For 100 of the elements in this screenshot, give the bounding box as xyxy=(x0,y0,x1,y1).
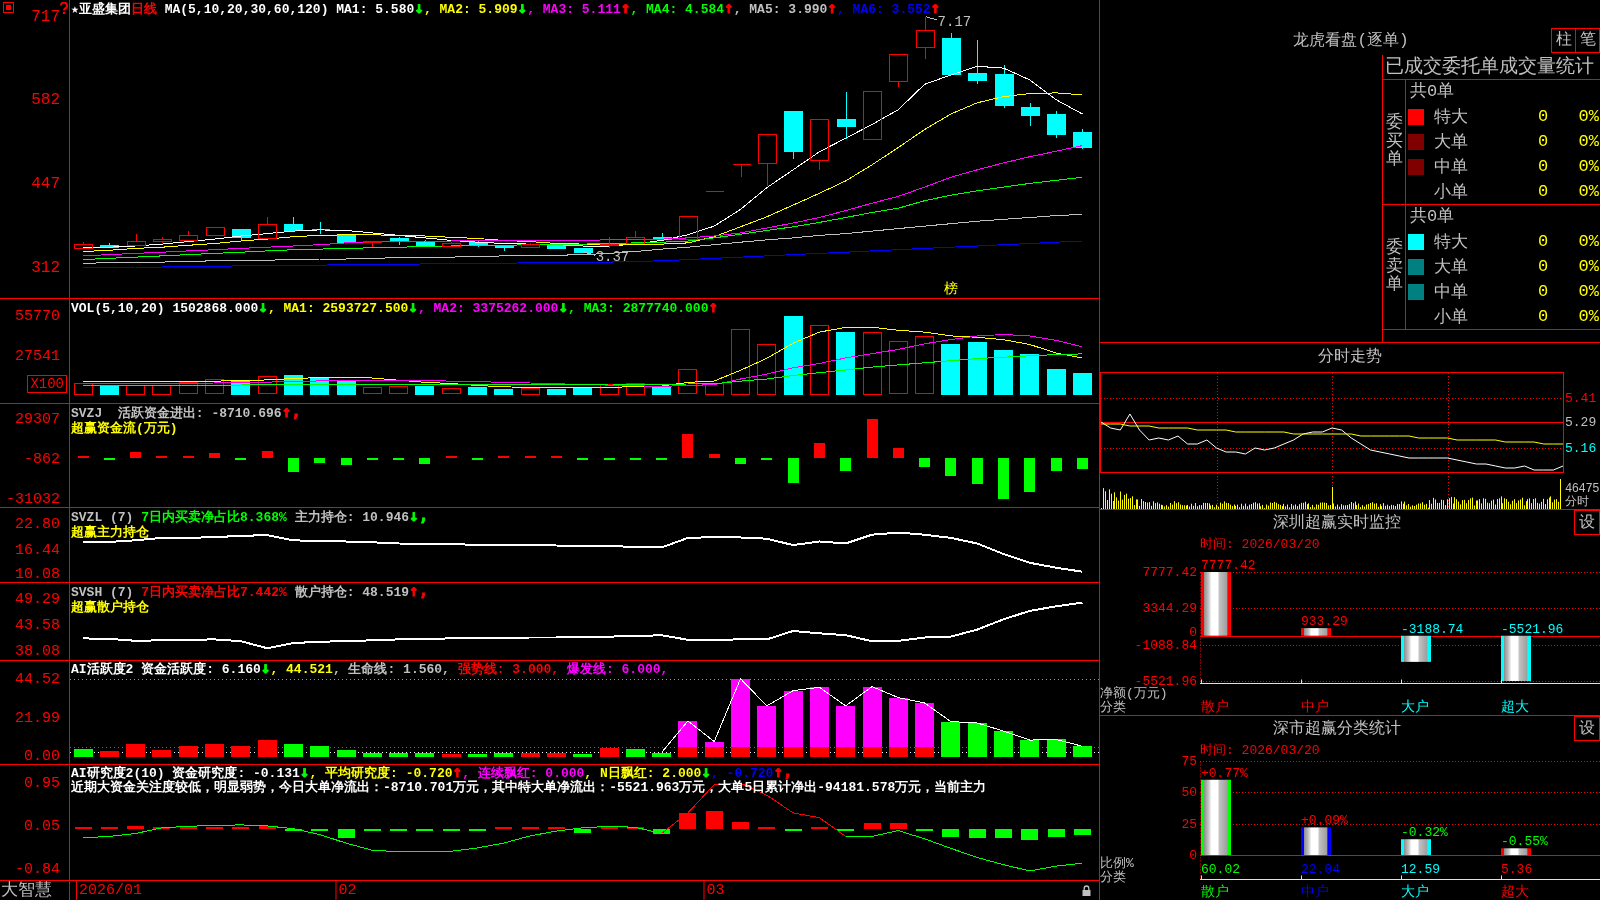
net-amount-bar xyxy=(1201,572,1231,636)
fund-flow-bar xyxy=(735,457,746,464)
order-percent: 0% xyxy=(1577,157,1600,176)
activity-bar xyxy=(205,744,224,758)
candlestick xyxy=(495,244,514,252)
volume-bar xyxy=(678,369,697,394)
chart-legend: VOL(5,10,20) 1502868.000↓, MA1: 2593727.500↓, MA2: 3375262.000↓, MA3: 2877740.000↑ xyxy=(71,299,719,316)
volume-bar xyxy=(126,385,145,395)
date-label: 2026/01 xyxy=(76,881,142,900)
ratio-bar xyxy=(1401,839,1431,855)
category-label: 超大 xyxy=(1500,885,1530,900)
research-bar xyxy=(469,828,486,831)
fund-flow-bar xyxy=(945,457,956,476)
volume-bar xyxy=(1047,368,1066,395)
mode-button[interactable]: 笔 xyxy=(1575,28,1600,53)
research-bar xyxy=(679,812,696,829)
candlestick xyxy=(179,230,198,241)
order-percent: 0% xyxy=(1577,232,1600,251)
activity-bar xyxy=(626,749,645,758)
candlestick xyxy=(416,239,435,247)
chart-subtitle: 时间: 2026/03/20 xyxy=(1199,536,1321,554)
value-label: 60.02 xyxy=(1201,861,1240,877)
ratio-bar xyxy=(1301,827,1331,855)
activity-bar xyxy=(468,753,487,758)
y-axis-label: 43.58 xyxy=(15,617,60,633)
y-axis-label: 0.00 xyxy=(24,748,60,764)
research-bar xyxy=(995,828,1012,839)
research-bar xyxy=(206,826,223,829)
activity-bar xyxy=(652,752,671,758)
candlestick xyxy=(732,163,751,178)
lock-icon[interactable] xyxy=(1082,885,1091,896)
candlestick xyxy=(390,236,409,246)
settings-button[interactable]: 设 xyxy=(1574,510,1600,535)
y-axis-label: 312 xyxy=(31,259,60,276)
candlestick xyxy=(968,39,987,85)
value-label: -5521.96 xyxy=(1501,621,1564,637)
y-axis-label: 49.29 xyxy=(15,591,60,607)
candlestick xyxy=(100,242,119,249)
fund-flow-bar xyxy=(1024,457,1035,493)
activity-bar xyxy=(74,749,93,758)
y-axis-label: -0.84 xyxy=(15,861,60,877)
change-label: +0.09% xyxy=(1301,813,1348,829)
fund-flow-bar xyxy=(682,433,693,458)
order-size-label: 小单 xyxy=(1434,182,1469,203)
volume-bar xyxy=(863,332,882,395)
volume-bar xyxy=(757,344,776,395)
settings-button[interactable]: 设 xyxy=(1574,716,1600,741)
candlestick xyxy=(284,216,303,231)
volume-bar xyxy=(363,387,382,394)
candlestick xyxy=(889,53,908,88)
activity-bar xyxy=(310,746,329,758)
research-bar xyxy=(1074,828,1091,835)
chart-legend: AI活跃度2 资金活跃度: 6.160↓, 44.521, 生命线: 1.560, 强势线: 3.000, 爆发线: 6.000, xyxy=(71,661,669,676)
volume-bar xyxy=(968,341,987,395)
mode-button[interactable]: 柱 xyxy=(1551,28,1576,53)
order-size-label: 大单 xyxy=(1434,132,1469,153)
square-icon[interactable] xyxy=(3,2,14,13)
volume-bar xyxy=(573,387,592,395)
research-bar xyxy=(338,828,355,838)
fund-flow-bar xyxy=(919,457,930,468)
help-icon[interactable] xyxy=(60,2,68,14)
price-axis-label: 5.29 xyxy=(1565,415,1597,429)
research-bar xyxy=(916,828,933,831)
y-axis-label: 55770 xyxy=(15,308,60,324)
price-axis-label: 5.16 xyxy=(1565,441,1597,455)
volume-bar xyxy=(600,384,619,395)
activity-bar xyxy=(573,754,592,758)
marker-label: 榜 xyxy=(943,281,958,297)
candlestick xyxy=(705,190,724,192)
fund-flow-bar xyxy=(814,443,825,458)
fund-flow-bar xyxy=(183,455,194,458)
fund-flow-bar xyxy=(314,457,325,464)
volume-bar xyxy=(179,382,198,394)
order-size-label: 特大 xyxy=(1434,107,1469,128)
research-bar xyxy=(495,826,512,829)
category-label: 散户 xyxy=(1200,885,1230,900)
research-bar xyxy=(1021,828,1038,840)
fund-flow-bar xyxy=(630,457,641,460)
research-bar xyxy=(942,828,959,837)
y-axis-label: 50 xyxy=(1181,785,1197,799)
fund-flow-bar xyxy=(288,457,299,473)
research-bar xyxy=(811,826,828,829)
volume-bar xyxy=(205,379,224,394)
activity-bar xyxy=(442,753,461,758)
candlestick xyxy=(1073,129,1092,150)
value-label: 12.59 xyxy=(1401,861,1440,877)
order-count: 0 xyxy=(1536,232,1550,251)
research-bar xyxy=(180,825,197,829)
volume-bar xyxy=(731,329,750,395)
candlestick xyxy=(758,133,777,187)
y-axis-label: 75 xyxy=(1181,754,1197,768)
activity-bar xyxy=(179,746,198,758)
date-label: 02 xyxy=(335,881,357,900)
research-bar xyxy=(232,826,249,829)
order-size-label: 大单 xyxy=(1434,257,1469,278)
y-axis-title: 比例% xyxy=(1100,857,1135,871)
candlestick xyxy=(916,16,935,60)
order-count: 0 xyxy=(1536,307,1550,326)
candlestick xyxy=(995,64,1014,109)
fund-flow-bar xyxy=(525,455,536,458)
